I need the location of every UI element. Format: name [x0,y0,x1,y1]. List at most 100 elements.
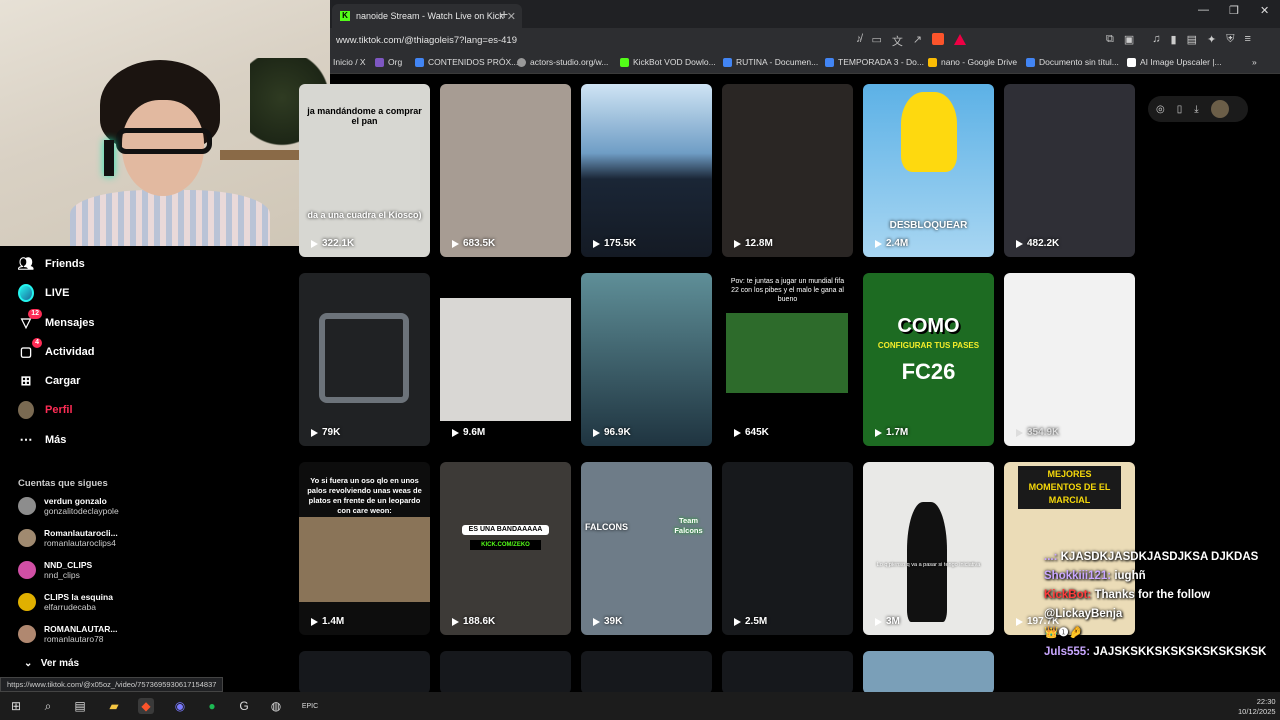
video-card[interactable]: 683.5K [440,84,571,257]
epic-games-icon[interactable]: EPIC [302,698,318,714]
video-card[interactable]: Lo q pienso q va a pasar si tengo inicia… [863,462,994,635]
map-image [319,313,409,403]
translate-icon[interactable]: 文 [892,33,903,49]
video-card[interactable] [722,651,853,694]
nav-profile[interactable]: Perfil [18,400,73,420]
video-card[interactable]: DESBLOQUEAR 2.4M [863,84,994,257]
task-view-icon[interactable]: ▤ [72,698,88,714]
mobile-icon[interactable]: ▯ [1177,104,1183,115]
avatar[interactable] [1210,100,1229,118]
bookmark-item[interactable]: AI Image Upscaler |... [1127,57,1222,67]
video-card[interactable]: 96.9K [581,273,712,446]
brave-icon[interactable]: ◆ [138,698,154,714]
following-account[interactable]: verdun gonzalo gonzalitodeclaypole [18,492,119,520]
video-card[interactable]: 482.2K [1004,84,1135,257]
video-thumbnail [299,517,430,602]
url-field[interactable]: www.tiktok.com/@thiagoleis7?lang=es-419 [336,35,517,46]
view-count: 12.8M [734,238,773,249]
following-account[interactable]: ROMANLAUTAR... romanlautaro78 [18,620,118,648]
bookmark-item[interactable]: nano - Google Drive [928,57,1017,67]
profile-icon [18,401,34,419]
bookmark-item[interactable]: KickBot VOD Dowlo... [620,57,716,67]
video-card[interactable]: FALCONS Team Falcons 39K [581,462,712,635]
spotify-icon[interactable]: ● [204,698,220,714]
video-card[interactable]: Yo si fuera un oso qlo en unos palos rev… [299,462,430,635]
more-bookmarks-icon[interactable]: » [1252,57,1257,67]
bookmark-item[interactable]: Org [375,57,402,67]
view-count: 39K [593,616,622,627]
following-account[interactable]: CLIPS la esquina elfarrudecaba [18,588,113,616]
video-card[interactable] [299,651,430,694]
video-caption: DESBLOQUEAR [889,220,968,231]
bookmark-item[interactable]: actors-studio.org/w... [517,57,608,67]
video-card[interactable]: ja mandándome a comprar el pan da a una … [299,84,430,257]
minimize-icon[interactable]: — [1198,4,1209,16]
restore-icon[interactable]: ❐ [1229,4,1239,17]
wallet-icon[interactable]: ▤ [1187,33,1197,46]
play-icon [1016,239,1023,248]
character-image [901,92,957,172]
bookmark-item[interactable]: Inicio / X [333,57,366,67]
following-account[interactable]: NND_CLIPS nnd_clips [18,556,92,584]
address-bar-icons: ♪̸ ▭ 文 ↗ [856,33,967,49]
docs-icon [825,57,834,67]
extensions-icon[interactable]: ⧉ [1106,33,1114,46]
browser-tab[interactable]: K nanoide Stream - Watch Live on Kick ✕ [332,4,522,28]
play-icon [593,428,600,437]
nav-messages[interactable]: ▽ 12 Mensajes [18,309,95,333]
discord-icon[interactable]: ◉ [172,698,188,714]
video-thumbnail [440,298,571,421]
nav-upload[interactable]: ⊞ Cargar [18,371,81,391]
windows-start-icon[interactable]: ⊞ [8,698,24,714]
sidebar-icon[interactable]: ▮ [1171,33,1177,46]
compass-icon[interactable]: ◎ [1156,104,1165,115]
menu-icon[interactable]: ≡ [1244,33,1250,46]
screenshot-icon[interactable]: ▣ [1124,33,1134,46]
file-explorer-icon[interactable]: ▰ [106,698,122,714]
following-account[interactable]: Romanlautarocli... romanlautaroclips4 [18,524,118,552]
video-card[interactable]: 12.8M [722,84,853,257]
video-card[interactable]: Pov: te juntas a jugar un mundial fifa 2… [722,273,853,446]
video-card[interactable]: 175.5K [581,84,712,257]
brave-rewards-icon[interactable] [954,34,967,45]
video-card[interactable]: 9.6M [440,273,571,446]
see-more-button[interactable]: ⌄ Ver más [24,658,79,669]
video-card[interactable] [440,651,571,694]
cast-icon[interactable]: ▭ [872,33,882,49]
brave-shield-icon[interactable] [932,33,945,45]
logitech-icon[interactable]: G [236,698,252,714]
video-caption: KICK.COM/ZEKO [470,540,541,550]
obs-icon[interactable]: ◍ [268,698,284,714]
docs-icon [723,57,732,67]
taskbar-clock[interactable]: 22:30 10/12/2025 [1238,697,1276,717]
bookmark-item[interactable]: RUTINA - Documen... [723,57,818,67]
leo-ai-icon[interactable]: ✦ [1207,33,1216,46]
nav-friends[interactable]: 👥︎ Friends [18,254,85,274]
nav-more[interactable]: ⋯ Más [18,430,67,450]
glasses [116,128,212,154]
video-card[interactable]: COMO CONFIGURAR TUS PASES FC26 1.7M [863,273,994,446]
video-card[interactable]: 2.5M [722,462,853,635]
video-card[interactable] [863,651,994,694]
search-icon[interactable]: ⌕ [40,698,56,714]
messages-icon: ▽ 12 [18,309,42,331]
nav-activity[interactable]: ▢ 4 Actividad [18,338,95,362]
media-icon[interactable]: ♫ [1152,33,1160,46]
more-icon: ⋯ [19,432,33,447]
video-card[interactable]: 354.9K [1004,273,1135,446]
share-icon[interactable]: ↗ [913,33,922,49]
bookmark-item[interactable]: TEMPORADA 3 - Do... [825,57,924,67]
view-count: 322.1K [311,238,354,249]
new-tab-button[interactable]: + [500,6,508,22]
kick-favicon-icon: K [340,11,350,21]
nav-live[interactable]: LIVE [18,283,69,303]
close-window-icon[interactable]: ✕ [1260,4,1269,17]
download-icon[interactable]: ⤓ [1194,104,1198,115]
vpn-icon[interactable]: ⛨ [1226,33,1234,46]
video-card[interactable]: 79K [299,273,430,446]
bookmark-item[interactable]: CONTENIDOS PRÓX... [415,57,518,67]
no-sound-icon[interactable]: ♪̸ [856,33,862,49]
video-card[interactable] [581,651,712,694]
video-card[interactable]: ES UNA BANDAAAAA KICK.COM/ZEKO 188.6K [440,462,571,635]
bookmark-item[interactable]: Documento sin títul... [1026,57,1119,67]
